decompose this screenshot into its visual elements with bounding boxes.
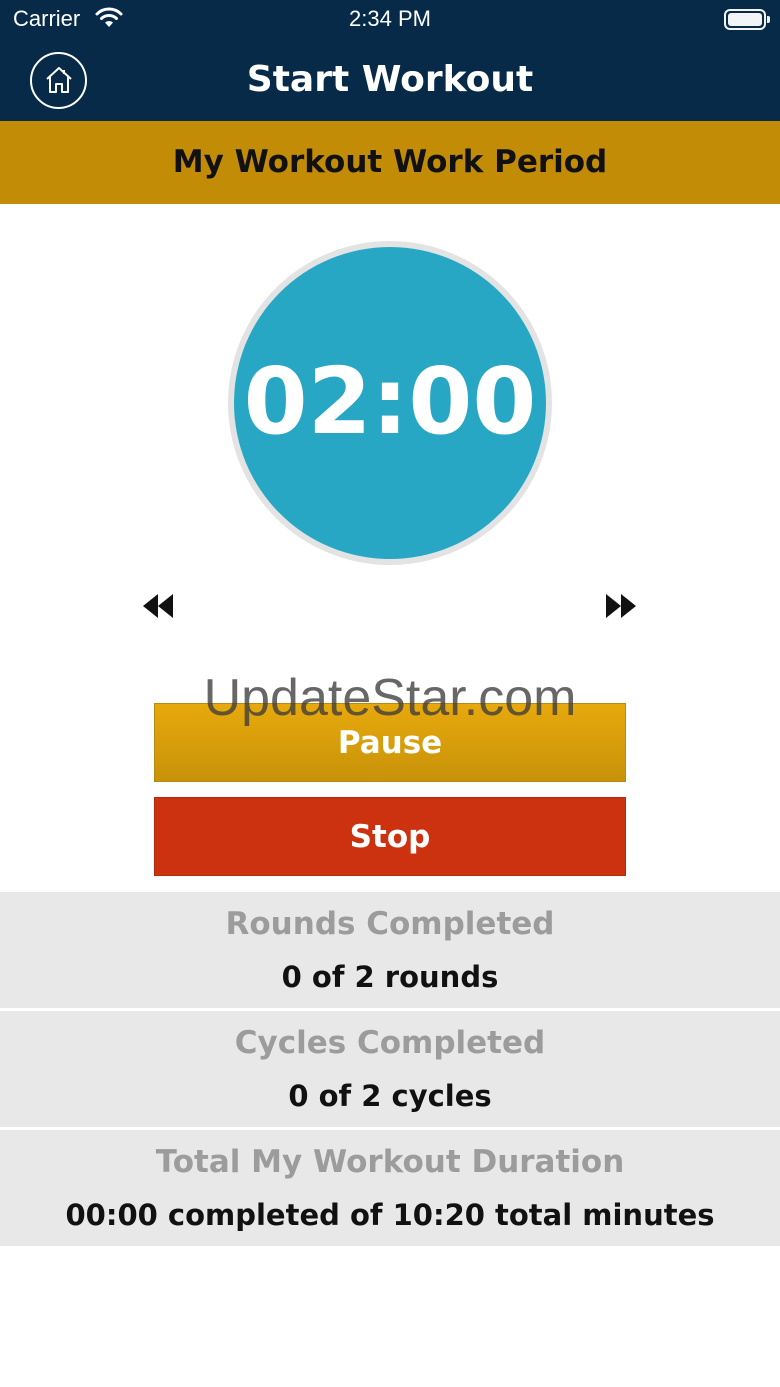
rounds-completed-panel: Rounds Completed 0 of 2 rounds bbox=[0, 892, 780, 1008]
cycles-completed-value: 0 of 2 cycles bbox=[288, 1079, 492, 1113]
timer-circle: 02:00 bbox=[234, 247, 546, 559]
page-title: Start Workout bbox=[246, 59, 534, 100]
total-duration-value: 00:00 completed of 10:20 total minutes bbox=[65, 1198, 715, 1232]
next-period-button[interactable] bbox=[603, 592, 637, 620]
navigation-bar: Start Workout bbox=[0, 40, 780, 121]
period-title: My Workout Work Period bbox=[172, 144, 608, 180]
timer-ring: 02:00 bbox=[228, 241, 552, 565]
cycles-completed-label: Cycles Completed bbox=[234, 1025, 546, 1061]
fast-forward-icon bbox=[603, 594, 637, 624]
rounds-completed-value: 0 of 2 rounds bbox=[281, 960, 499, 994]
cycles-completed-panel: Cycles Completed 0 of 2 cycles bbox=[0, 1011, 780, 1127]
battery-icon bbox=[724, 9, 770, 30]
stop-button[interactable]: Stop bbox=[154, 797, 626, 876]
period-header: My Workout Work Period bbox=[0, 121, 780, 204]
previous-period-button[interactable] bbox=[142, 592, 176, 620]
status-time: 2:34 PM bbox=[349, 6, 431, 31]
total-duration-panel: Total My Workout Duration 00:00 complete… bbox=[0, 1130, 780, 1246]
watermark: UpdateStar.com bbox=[203, 669, 577, 727]
timer-display: 02:00 bbox=[243, 348, 537, 455]
total-duration-label: Total My Workout Duration bbox=[155, 1144, 625, 1180]
rounds-completed-label: Rounds Completed bbox=[225, 906, 555, 942]
rewind-icon bbox=[142, 594, 176, 624]
status-bar: Carrier 2:34 PM bbox=[0, 0, 780, 40]
